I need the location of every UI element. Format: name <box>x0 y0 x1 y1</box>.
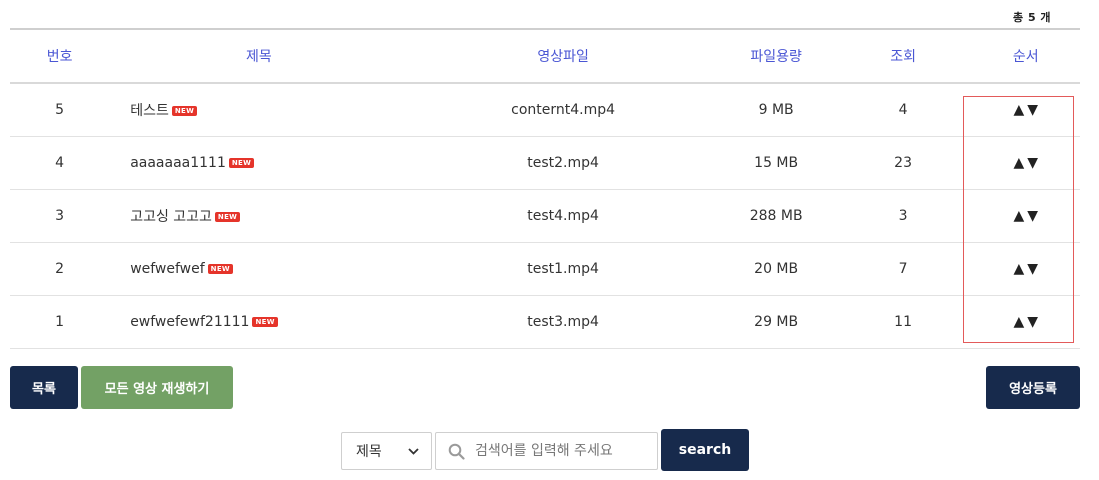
row-order: ▲ ▼ <box>972 189 1080 242</box>
header-title: 제목 <box>245 49 272 65</box>
table-header: 번호 제목 영상파일 파일용량 조회 순서 <box>10 29 1080 83</box>
row-size: 20 MB <box>754 260 799 277</box>
triangle-up-icon[interactable]: ▲ <box>1014 103 1025 117</box>
search-field-select[interactable]: 제목 <box>341 432 432 470</box>
table-body: 5 테스트 NEW conternt4.mp4 9 MB 4 ▲ ▼ 4 aaaaa… <box>10 83 1080 348</box>
triangle-up-icon[interactable]: ▲ <box>1014 315 1025 329</box>
search-field-value: 제목 <box>356 444 382 460</box>
row-num: 4 <box>55 154 65 171</box>
row-title-link[interactable]: ewfwefewf21111 <box>130 314 249 330</box>
search-icon <box>448 443 465 460</box>
row-file: test2.mp4 <box>527 154 599 171</box>
play-all-button[interactable]: 모든 영상 재생하기 <box>81 366 233 409</box>
row-title-cell: wefwefwef NEW <box>109 242 408 295</box>
new-badge: NEW <box>252 316 278 327</box>
total-count: 총 5 개 <box>1013 11 1052 24</box>
row-views: 3 <box>898 207 908 224</box>
triangle-up-icon[interactable]: ▲ <box>1014 209 1025 223</box>
header-views: 조회 <box>890 49 916 65</box>
row-views: 11 <box>894 313 912 330</box>
search-box <box>435 432 658 470</box>
row-num: 3 <box>55 207 65 224</box>
row-title-link[interactable]: 테스트 <box>130 103 169 119</box>
row-order: ▲ ▼ <box>972 136 1080 189</box>
row-order: ▲ ▼ <box>972 242 1080 295</box>
row-title-link[interactable]: aaaaaaa1111 <box>130 155 226 171</box>
row-file: test3.mp4 <box>527 313 599 330</box>
header-row: 번호 제목 영상파일 파일용량 조회 순서 <box>10 29 1080 83</box>
table-row: 1 ewfwefewf21111 NEW test3.mp4 29 MB 11 ▲… <box>10 295 1080 348</box>
new-badge: NEW <box>214 211 241 222</box>
row-title-cell: aaaaaaa1111 NEW <box>109 136 408 189</box>
register-video-button[interactable]: 영상등록 <box>986 366 1080 409</box>
video-table: 번호 제목 영상파일 파일용량 조회 순서 5 테스트 NEW conternt4… <box>10 28 1080 349</box>
search-button[interactable]: search <box>661 429 749 471</box>
row-title-cell: 테스트 NEW <box>109 83 408 136</box>
table-row: 5 테스트 NEW conternt4.mp4 9 MB 4 ▲ ▼ <box>10 83 1080 136</box>
row-title-link[interactable]: wefwefwef <box>130 261 204 277</box>
row-size: 29 MB <box>754 313 799 330</box>
chevron-down-icon <box>408 447 419 455</box>
triangle-down-icon[interactable]: ▼ <box>1027 103 1038 117</box>
new-badge: NEW <box>228 157 255 168</box>
triangle-down-icon[interactable]: ▼ <box>1027 156 1038 170</box>
triangle-down-icon[interactable]: ▼ <box>1027 209 1038 223</box>
row-file: conternt4.mp4 <box>511 101 616 118</box>
new-badge: NEW <box>207 263 233 274</box>
row-title-cell: 고고싱 고고고 NEW <box>109 189 408 242</box>
header-num: 번호 <box>46 49 73 65</box>
triangle-up-icon[interactable]: ▲ <box>1014 262 1025 276</box>
row-views: 7 <box>898 260 908 277</box>
header-size: 파일용량 <box>750 49 802 65</box>
row-order: ▲ ▼ <box>972 295 1080 348</box>
row-num: 2 <box>55 260 65 277</box>
row-title-cell: ewfwefewf21111 NEW <box>109 295 408 348</box>
table-row: 4 aaaaaaa1111 NEW test2.mp4 15 MB 23 ▲ ▼ <box>10 136 1080 189</box>
triangle-up-icon[interactable]: ▲ <box>1014 156 1025 170</box>
header-file: 영상파일 <box>537 49 589 65</box>
row-file: test1.mp4 <box>527 260 599 277</box>
row-size: 288 MB <box>749 207 803 224</box>
row-num: 5 <box>55 101 65 118</box>
table-row: 3 고고싱 고고고 NEW test4.mp4 288 MB 3 ▲ ▼ <box>10 189 1080 242</box>
row-views: 23 <box>894 154 912 171</box>
row-file: test4.mp4 <box>527 207 599 224</box>
triangle-down-icon[interactable]: ▼ <box>1027 262 1038 276</box>
row-size: 9 MB <box>758 101 794 118</box>
search-input[interactable] <box>475 443 645 459</box>
row-size: 15 MB <box>754 154 799 171</box>
new-badge: NEW <box>171 105 198 116</box>
triangle-down-icon[interactable]: ▼ <box>1027 315 1038 329</box>
row-title-link[interactable]: 고고싱 고고고 <box>130 209 212 225</box>
row-order: ▲ ▼ <box>972 83 1080 136</box>
list-button[interactable]: 목록 <box>10 366 78 409</box>
table-row: 2 wefwefwef NEW test1.mp4 20 MB 7 ▲ ▼ <box>10 242 1080 295</box>
row-num: 1 <box>55 313 65 330</box>
header-order: 순서 <box>1012 49 1039 65</box>
row-views: 4 <box>898 101 908 118</box>
